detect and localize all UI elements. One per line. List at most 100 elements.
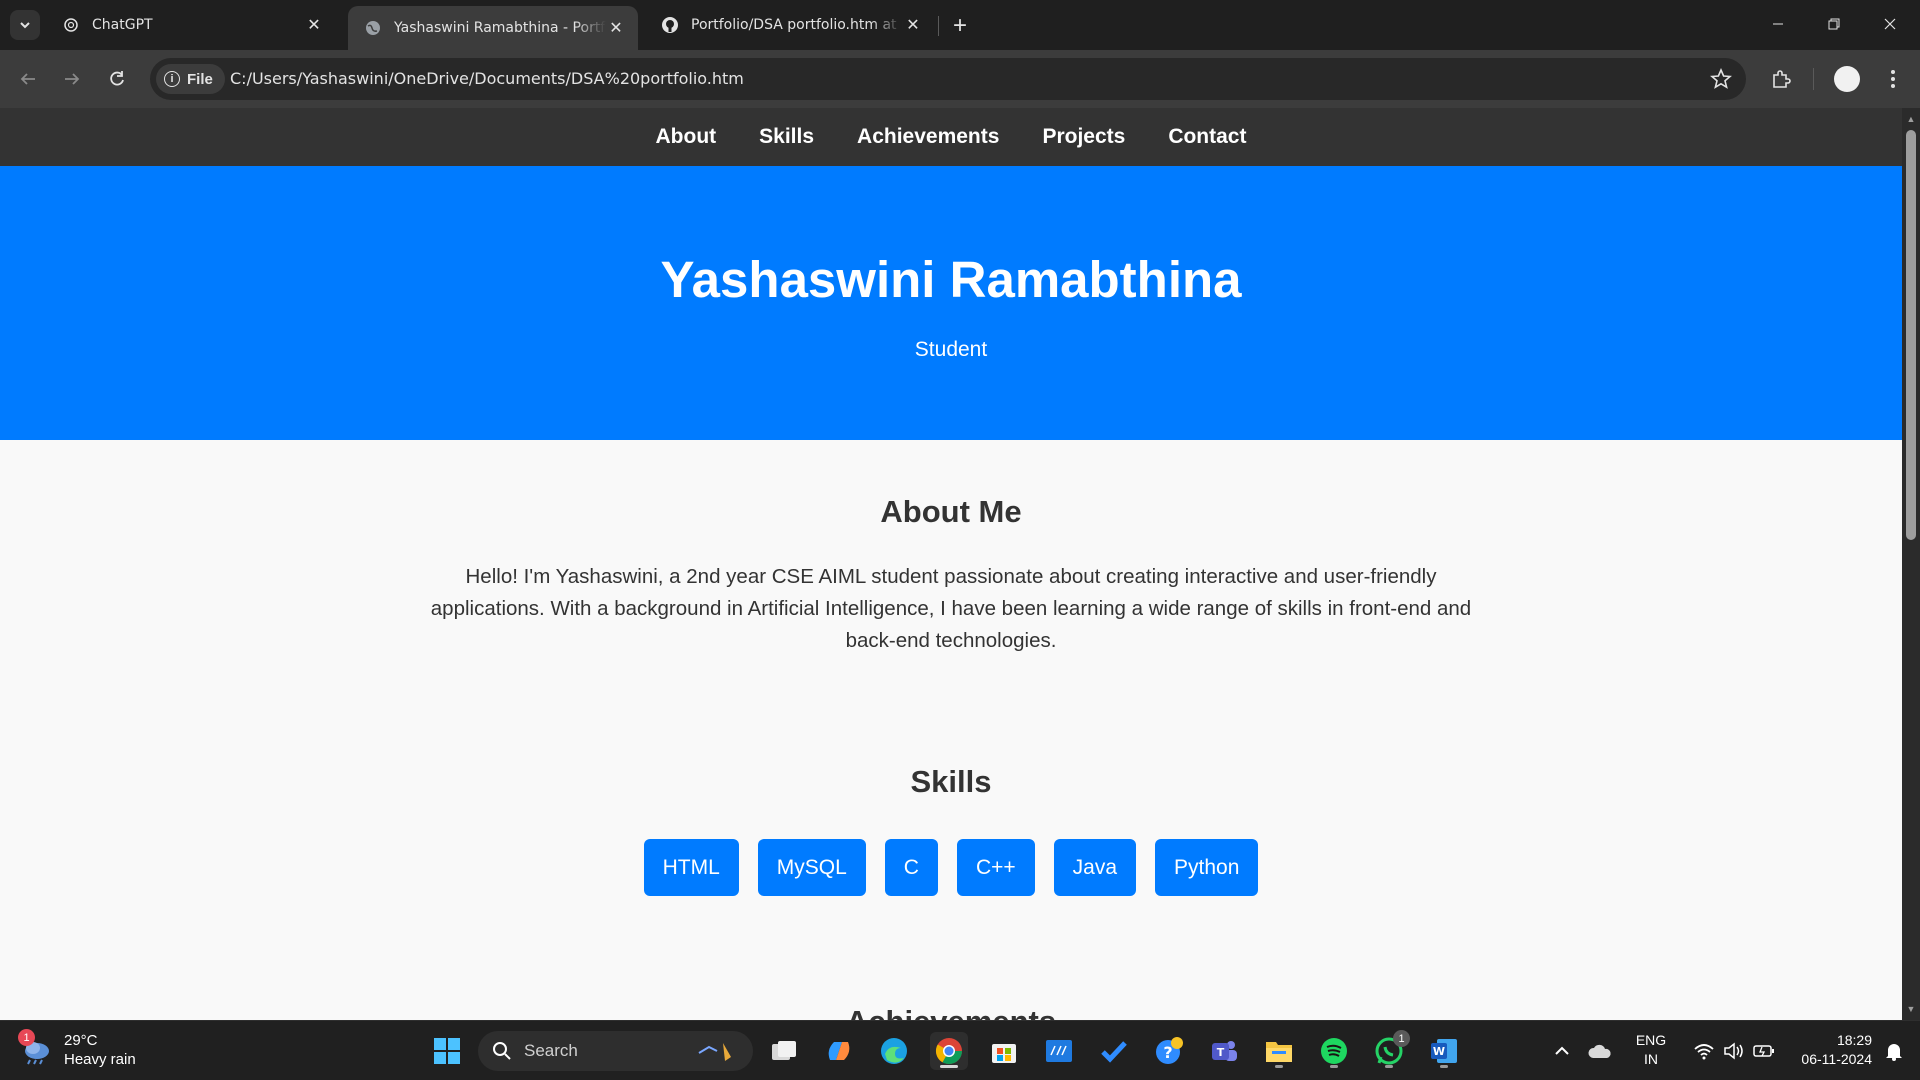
extensions-button[interactable] xyxy=(1766,64,1796,94)
quick-settings-button[interactable] xyxy=(1686,1032,1782,1070)
taskbar-search[interactable]: Search xyxy=(478,1031,753,1071)
minimize-button[interactable] xyxy=(1750,0,1806,48)
skill-tag: Python xyxy=(1155,839,1259,896)
teams-icon: T xyxy=(1212,1041,1237,1061)
task-view-button[interactable] xyxy=(765,1032,803,1070)
cloud-icon xyxy=(1588,1044,1611,1058)
reload-button[interactable] xyxy=(101,63,133,95)
minimize-icon xyxy=(1773,23,1783,25)
edge-icon xyxy=(881,1038,907,1064)
arrow-right-icon xyxy=(65,73,80,85)
page-scrollbar[interactable]: ▲ ▼ xyxy=(1902,108,1920,1020)
language-region: IN xyxy=(1644,1051,1658,1067)
bell-icon xyxy=(1886,1044,1902,1061)
onedrive-button[interactable] xyxy=(1582,1032,1618,1070)
taskbar-app-file-explorer[interactable] xyxy=(1260,1032,1298,1070)
running-indicator xyxy=(1385,1065,1393,1068)
language-indicator[interactable]: ENG IN xyxy=(1628,1031,1674,1069)
tab-strip: ChatGPT ✕ Yashaswini Ramabthina - Portfo… xyxy=(0,0,1920,50)
taskbar-app-chrome[interactable] xyxy=(930,1032,968,1070)
taskbar-app-whatsapp[interactable]: 1 xyxy=(1370,1030,1410,1070)
taskbar-app-myhp[interactable] xyxy=(1040,1032,1078,1070)
weather-widget[interactable]: 1 29°C Heavy rain xyxy=(18,1029,136,1069)
close-icon[interactable]: ✕ xyxy=(903,15,923,35)
nav-link-achievements[interactable]: Achievements xyxy=(857,125,999,149)
clock-time: 18:29 xyxy=(1836,1032,1872,1048)
close-icon[interactable]: ✕ xyxy=(606,18,626,38)
chevron-down-icon xyxy=(20,22,30,29)
url-text[interactable]: C:/Users/Yashaswini/OneDrive/Documents/D… xyxy=(230,69,744,88)
address-bar[interactable]: i File C:/Users/Yashaswini/OneDrive/Docu… xyxy=(150,58,1746,100)
tab-title: ChatGPT xyxy=(92,17,153,33)
forward-button[interactable] xyxy=(56,63,88,95)
running-indicator xyxy=(1330,1065,1338,1068)
copilot-icon xyxy=(828,1042,850,1060)
tab-search-button[interactable] xyxy=(10,10,40,40)
profile-button[interactable] xyxy=(1832,64,1862,94)
achievements-heading: Achievements xyxy=(0,1004,1902,1020)
svg-text:W: W xyxy=(1433,1045,1445,1058)
nav-link-projects[interactable]: Projects xyxy=(1042,125,1125,149)
hero-banner: Yashaswini Ramabthina Student xyxy=(0,166,1902,440)
tab-github[interactable]: Portfolio/DSA portfolio.htm at main ✕ xyxy=(645,6,935,44)
close-icon xyxy=(1884,18,1896,30)
restore-icon xyxy=(1828,18,1840,30)
myhp-icon xyxy=(1046,1040,1072,1062)
search-highlight-icon xyxy=(698,1043,731,1061)
start-button[interactable] xyxy=(428,1032,466,1070)
site-info-label: File xyxy=(187,70,213,88)
task-view-icon xyxy=(772,1041,796,1060)
volume-icon xyxy=(1724,1042,1743,1060)
weather-temp: 29°C xyxy=(64,1032,98,1049)
bookmark-star-icon[interactable] xyxy=(1710,68,1732,90)
tab-title: Yashaswini Ramabthina - Portfolio xyxy=(394,20,606,36)
word-icon: W xyxy=(1431,1039,1457,1063)
checkmark-icon xyxy=(1101,1041,1127,1063)
globe-icon xyxy=(364,19,382,37)
search-placeholder: Search xyxy=(524,1041,578,1060)
scroll-down-icon[interactable]: ▼ xyxy=(1906,1004,1916,1014)
wifi-icon xyxy=(1694,1044,1714,1060)
more-vertical-icon xyxy=(1891,70,1895,88)
windows-taskbar: 1 29°C Heavy rain Search ? T 1 W ENG IN … xyxy=(0,1020,1920,1080)
tab-title: Portfolio/DSA portfolio.htm at main xyxy=(691,17,903,33)
nav-link-contact[interactable]: Contact xyxy=(1168,125,1246,149)
chrome-menu-button[interactable] xyxy=(1878,64,1908,94)
language-code: ENG xyxy=(1635,1032,1667,1048)
taskbar-app-get-help[interactable]: ? xyxy=(1150,1032,1188,1070)
back-button[interactable] xyxy=(12,63,44,95)
site-info-chip[interactable]: i File xyxy=(156,64,225,94)
restore-button[interactable] xyxy=(1806,0,1862,48)
browser-toolbar: i File C:/Users/Yashaswini/OneDrive/Docu… xyxy=(0,50,1920,108)
running-indicator xyxy=(1440,1065,1448,1068)
clock[interactable]: 18:29 06-11-2024 xyxy=(1776,1031,1872,1069)
running-indicator xyxy=(1275,1065,1283,1068)
new-tab-button[interactable]: + xyxy=(946,12,974,40)
notifications-button[interactable] xyxy=(1876,1032,1912,1070)
close-icon[interactable]: ✕ xyxy=(304,15,324,35)
tab-chatgpt[interactable]: ChatGPT ✕ xyxy=(46,6,336,44)
microsoft-store-icon xyxy=(992,1044,1016,1063)
taskbar-app-edge[interactable] xyxy=(875,1032,913,1070)
windows-logo-icon xyxy=(434,1038,460,1064)
close-window-button[interactable] xyxy=(1862,0,1918,48)
skills-heading: Skills xyxy=(910,764,992,799)
toolbar-divider xyxy=(1813,68,1814,90)
folder-icon xyxy=(1266,1042,1292,1062)
puzzle-icon xyxy=(1773,70,1791,88)
taskbar-app-word[interactable]: W xyxy=(1425,1032,1463,1070)
tab-portfolio[interactable]: Yashaswini Ramabthina - Portfolio ✕ xyxy=(348,6,638,50)
nav-link-about[interactable]: About xyxy=(656,125,717,149)
taskbar-app-todo[interactable] xyxy=(1095,1032,1133,1070)
search-icon xyxy=(493,1042,511,1060)
taskbar-app-store[interactable] xyxy=(985,1032,1023,1070)
taskbar-app-spotify[interactable] xyxy=(1315,1032,1353,1070)
clock-date: 06-11-2024 xyxy=(1801,1051,1872,1067)
scrollbar-thumb[interactable] xyxy=(1906,130,1916,540)
skill-tag: MySQL xyxy=(757,839,866,896)
taskbar-app-teams[interactable]: T xyxy=(1205,1032,1243,1070)
nav-link-skills[interactable]: Skills xyxy=(759,125,814,149)
taskbar-app-copilot[interactable] xyxy=(820,1032,858,1070)
show-hidden-icons-button[interactable] xyxy=(1544,1032,1580,1070)
scroll-up-icon[interactable]: ▲ xyxy=(1906,114,1916,124)
